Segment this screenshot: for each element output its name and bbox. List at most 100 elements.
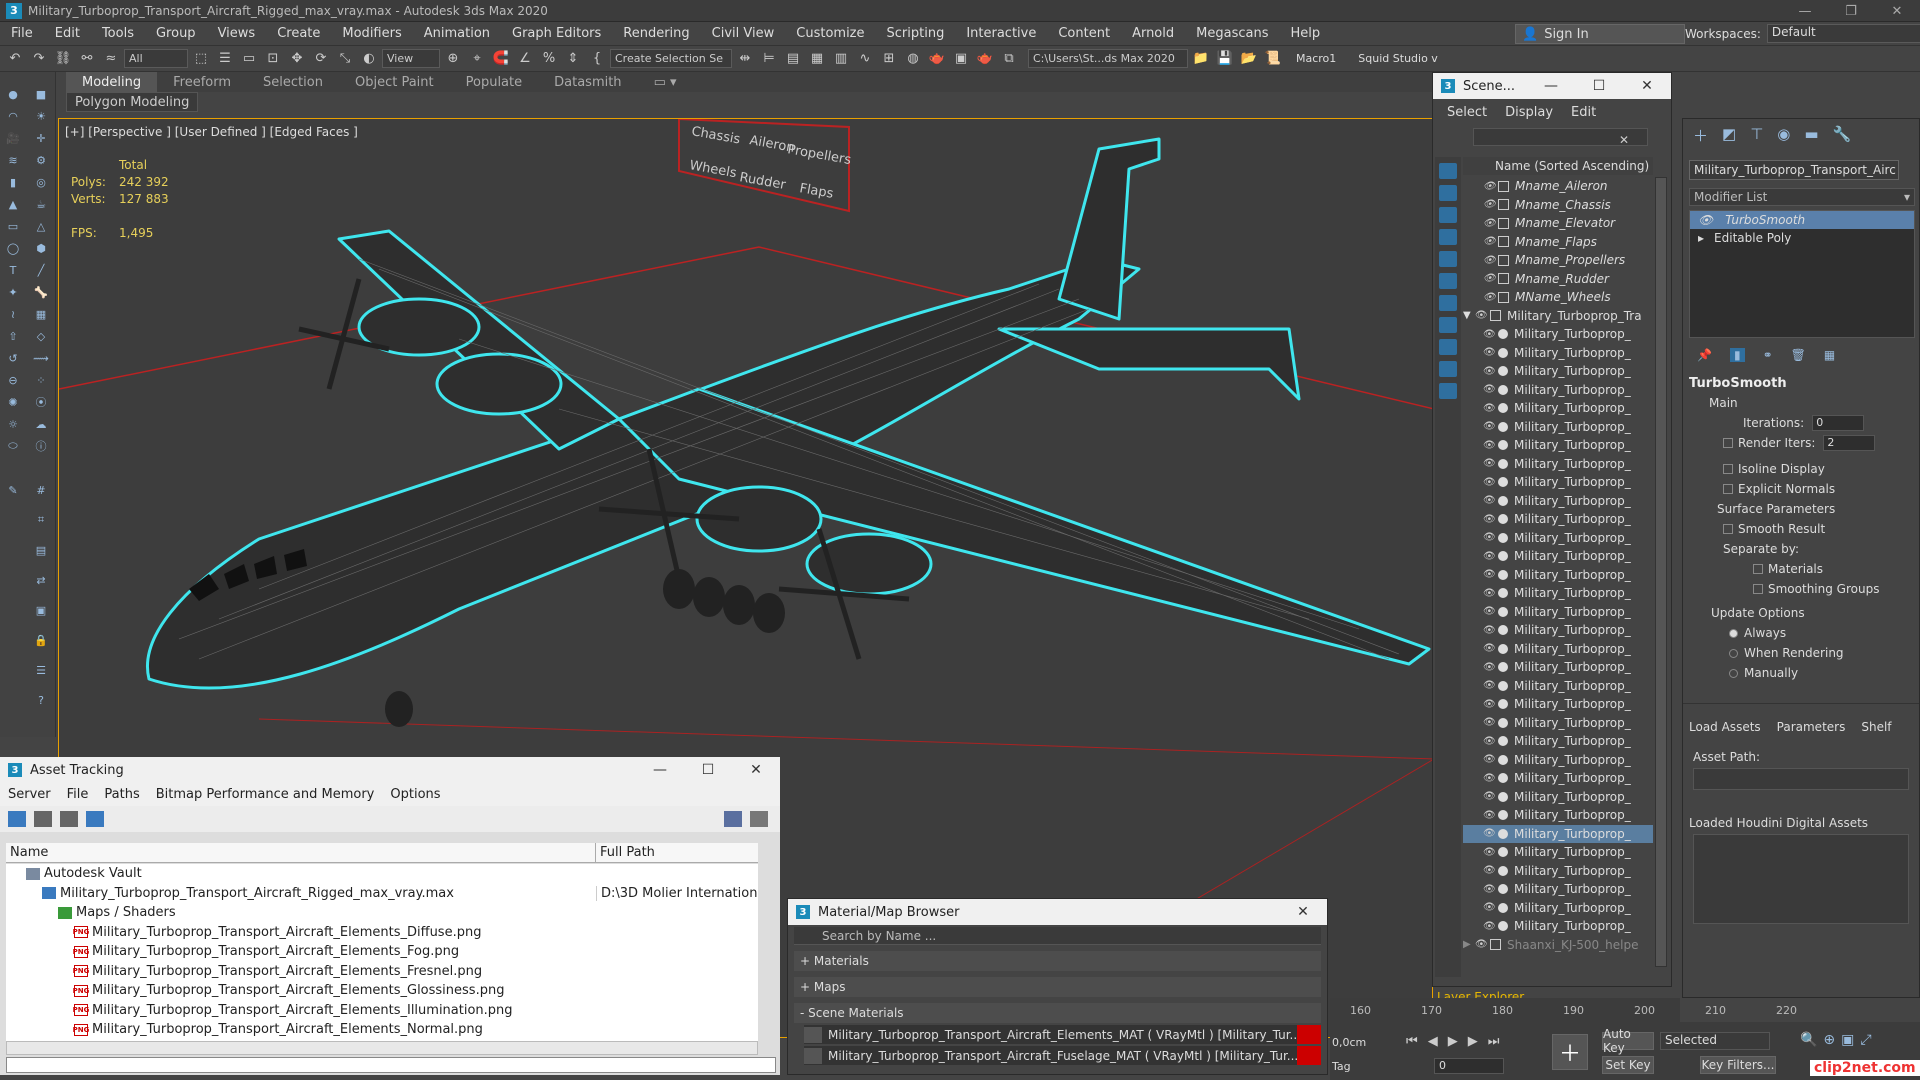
- close-icon[interactable]: ✕: [732, 757, 780, 783]
- menu-display[interactable]: Display: [1505, 105, 1553, 120]
- asset-h-scrollbar[interactable]: [6, 1041, 758, 1055]
- visibility-eye-icon[interactable]: 👁: [1483, 606, 1496, 617]
- walk-icon[interactable]: ⇄: [32, 572, 50, 588]
- menu-civil-view[interactable]: Civil View: [701, 26, 786, 41]
- scene-item[interactable]: 👁 MName_Wheels: [1463, 288, 1653, 307]
- visibility-eye-icon[interactable]: 👁: [1483, 680, 1496, 691]
- when-rendering-radio[interactable]: [1729, 648, 1738, 658]
- sun-icon[interactable]: ☼: [4, 416, 22, 432]
- selection-filter-dropdown[interactable]: All: [124, 49, 188, 68]
- scene-item[interactable]: 👁 Mname_Elevator: [1463, 214, 1653, 233]
- table-row[interactable]: PNG Military_Turboprop_Transport_Aircraft…: [6, 1001, 758, 1021]
- filter-lights-icon[interactable]: [1439, 207, 1457, 223]
- table-row[interactable]: Autodesk Vault: [6, 864, 758, 884]
- edit-named-sel-icon[interactable]: {: [586, 49, 608, 69]
- scene-item[interactable]: 👁 Military_Turboprop_: [1463, 566, 1653, 585]
- filter-xrefs-icon[interactable]: [1439, 317, 1457, 333]
- remove-modifier-icon[interactable]: 🗑: [1791, 348, 1806, 362]
- group-maps[interactable]: + Maps: [794, 977, 1321, 997]
- scatter-icon[interactable]: ⁘: [32, 372, 50, 388]
- refresh-icon[interactable]: [8, 811, 26, 827]
- unlink-icon[interactable]: ⚯: [76, 49, 98, 69]
- scene-item[interactable]: 👁 Military_Turboprop_: [1463, 806, 1653, 825]
- visibility-eye-icon[interactable]: 👁: [1475, 939, 1488, 950]
- close-icon[interactable]: ✕: [1874, 0, 1920, 22]
- menu-interactive[interactable]: Interactive: [955, 26, 1047, 41]
- asset-path-input[interactable]: [1693, 768, 1909, 790]
- project-folder-icon[interactable]: 📁: [1190, 49, 1212, 69]
- angle-snap-icon[interactable]: ∠: [514, 49, 536, 69]
- visibility-eye-icon[interactable]: 👁: [1483, 273, 1496, 284]
- table-row[interactable]: Maps / Shaders: [6, 903, 758, 923]
- menu-paths[interactable]: Paths: [104, 787, 139, 802]
- filter-frozen-icon[interactable]: [1439, 383, 1457, 399]
- utilities-tab-icon[interactable]: 🔧: [1833, 125, 1852, 146]
- light-icon[interactable]: ☀: [32, 108, 50, 124]
- scene-item[interactable]: 👁 Military_Turboprop_: [1463, 603, 1653, 622]
- material-editor-icon[interactable]: ◍: [902, 49, 924, 69]
- table-row[interactable]: PNG Military_Turboprop_Transport_Aircraft…: [6, 981, 758, 1001]
- menu-server[interactable]: Server: [8, 787, 51, 802]
- scene-item[interactable]: 👁 Military_Turboprop_: [1463, 862, 1653, 881]
- visibility-eye-icon[interactable]: 👁: [1483, 477, 1496, 488]
- scene-item[interactable]: 👁 Military_Turboprop_: [1463, 584, 1653, 603]
- light-omni-icon[interactable]: ✺: [4, 394, 22, 410]
- scene-item[interactable]: 👁 Military_Turboprop_: [1463, 640, 1653, 659]
- geosphere-icon[interactable]: ⬢: [32, 240, 50, 256]
- visibility-eye-icon[interactable]: 👁: [1483, 588, 1496, 599]
- scene-item[interactable]: 👁 Military_Turboprop_: [1463, 899, 1653, 918]
- layer-icon[interactable]: ▤: [32, 542, 50, 558]
- scene-item[interactable]: 👁 Military_Turboprop_: [1463, 769, 1653, 788]
- toggle-ribbon-icon[interactable]: ▥: [830, 49, 852, 69]
- timeline-ruler[interactable]: 160 170 180 190 200 210 220: [1330, 998, 1797, 1022]
- menu-create[interactable]: Create: [266, 26, 331, 41]
- scene-item[interactable]: 👁 Military_Turboprop_: [1463, 751, 1653, 770]
- filter-bones-icon[interactable]: [1439, 339, 1457, 355]
- scene-column-header[interactable]: Name (Sorted Ascending): [1463, 157, 1653, 175]
- visibility-eye-icon[interactable]: 👁: [1483, 181, 1496, 192]
- scene-item[interactable]: 👁 Military_Turboprop_: [1463, 399, 1653, 418]
- minimize-icon[interactable]: —: [636, 757, 684, 783]
- visibility-eye-icon[interactable]: 👁: [1483, 773, 1496, 784]
- torus-icon[interactable]: ◎: [32, 174, 50, 190]
- rect-select-icon[interactable]: ▭: [238, 49, 260, 69]
- scene-item[interactable]: 👁 Military_Turboprop_: [1463, 880, 1653, 899]
- menu-customize[interactable]: Customize: [785, 26, 875, 41]
- make-unique-icon[interactable]: ⚭: [1763, 348, 1773, 362]
- restore-icon[interactable]: ❐: [1828, 0, 1874, 22]
- scene-item[interactable]: 👁 Military_Turboprop_: [1463, 695, 1653, 714]
- align-icon[interactable]: ⊨: [758, 49, 780, 69]
- help-icon[interactable]: ?: [32, 692, 50, 708]
- set-key-button[interactable]: Set Key: [1602, 1056, 1654, 1074]
- visibility-eye-icon[interactable]: 👁: [1483, 199, 1496, 210]
- pivot-icon[interactable]: ⊕: [442, 49, 464, 69]
- schematic-view-icon[interactable]: ⊞: [878, 49, 900, 69]
- filter-helpers-icon[interactable]: [1439, 251, 1457, 267]
- scene-item[interactable]: 👁 Military_Turboprop_: [1463, 492, 1653, 511]
- scene-item[interactable]: 👁 Military_Turboprop_: [1463, 529, 1653, 548]
- particle-icon[interactable]: ✦: [4, 284, 22, 300]
- visibility-eye-icon[interactable]: 👁: [1483, 347, 1496, 358]
- maximize-icon[interactable]: ☐: [684, 757, 732, 783]
- mirror-icon[interactable]: ⇹: [734, 49, 756, 69]
- tab-populate[interactable]: Populate: [450, 72, 539, 92]
- list-icon[interactable]: ☰: [32, 662, 50, 678]
- spinner-snap-icon[interactable]: ⇕: [562, 49, 584, 69]
- scene-item[interactable]: ▼ 👁 Military_Turboprop_Tra: [1463, 307, 1653, 326]
- table-row[interactable]: PNG Military_Turboprop_Transport_Aircraft…: [6, 942, 758, 962]
- squid-studio-label[interactable]: Squid Studio v: [1358, 52, 1438, 65]
- show-end-result-icon[interactable]: ▮: [1729, 348, 1745, 362]
- text-shape-icon[interactable]: T: [4, 262, 22, 278]
- filter-spacewarps-icon[interactable]: [1439, 273, 1457, 289]
- scene-item[interactable]: 👁 Military_Turboprop_: [1463, 547, 1653, 566]
- motion-tab-icon[interactable]: ◉: [1777, 125, 1790, 146]
- link-icon[interactable]: ⛓: [52, 49, 74, 69]
- viewport-nav-icons[interactable]: 🔍⊕▣⤢: [1800, 1032, 1878, 1048]
- hierarchy-tab-icon[interactable]: ⊤: [1750, 125, 1763, 146]
- loaded-houdini-list[interactable]: [1693, 834, 1909, 924]
- shape-icon[interactable]: ◠: [4, 108, 22, 124]
- menu-file[interactable]: File: [0, 26, 44, 41]
- create-box-icon[interactable]: ■: [32, 86, 50, 102]
- key-filters-button[interactable]: Key Filters...: [1700, 1056, 1776, 1074]
- menu-edit[interactable]: Edit: [1571, 105, 1596, 120]
